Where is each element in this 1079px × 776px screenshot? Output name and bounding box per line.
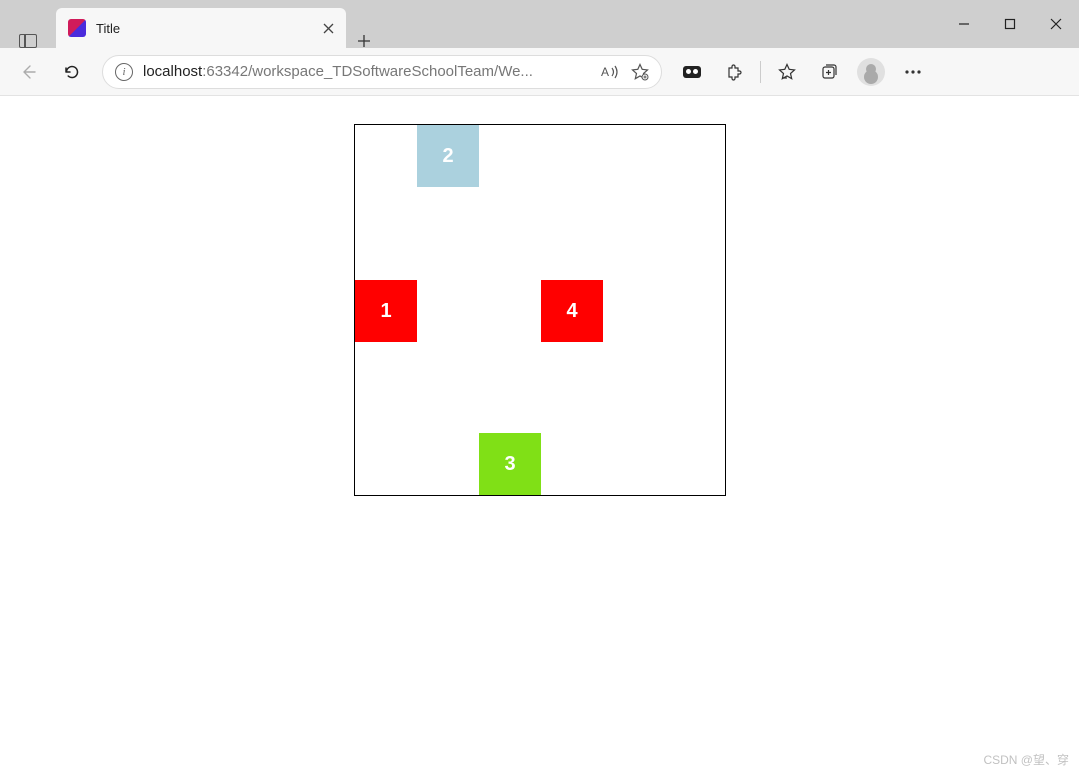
- read-aloud-button[interactable]: A: [601, 64, 621, 80]
- window-titlebar: Title: [0, 0, 1079, 48]
- favorite-button[interactable]: [631, 63, 649, 81]
- star-icon: [631, 63, 649, 81]
- refresh-icon: [63, 63, 81, 81]
- minimize-button[interactable]: [941, 0, 987, 48]
- watermark-text: CSDN @望、穿: [983, 751, 1069, 768]
- toolbar-right: [672, 52, 933, 92]
- minimize-icon: [958, 18, 970, 30]
- browser-toolbar: i localhost:63342/workspace_TDSoftwareSc…: [0, 48, 1079, 96]
- close-window-button[interactable]: [1033, 0, 1079, 48]
- url-text: localhost:63342/workspace_TDSoftwareScho…: [143, 63, 591, 80]
- tab-actions-button[interactable]: [0, 34, 56, 48]
- collections-icon: [820, 63, 838, 81]
- avatar-icon: [857, 58, 885, 86]
- favorites-button[interactable]: [767, 52, 807, 92]
- star-outline-icon: [778, 63, 796, 81]
- favicon-icon: [68, 19, 86, 37]
- address-bar[interactable]: i localhost:63342/workspace_TDSoftwareSc…: [102, 55, 662, 89]
- panel-icon: [19, 34, 37, 48]
- extension-1-button[interactable]: [672, 52, 712, 92]
- refresh-button[interactable]: [52, 52, 92, 92]
- extension-icon: [683, 66, 701, 78]
- site-info-icon[interactable]: i: [115, 63, 133, 81]
- maximize-button[interactable]: [987, 0, 1033, 48]
- back-button[interactable]: [8, 52, 48, 92]
- extensions-button[interactable]: [714, 52, 754, 92]
- collections-button[interactable]: [809, 52, 849, 92]
- new-tab-button[interactable]: [346, 34, 382, 48]
- box-4: 4: [541, 280, 603, 342]
- close-icon: [323, 23, 334, 34]
- arrow-left-icon: [19, 63, 37, 81]
- page-content: 1 2 3 4 CSDN @望、穿: [0, 96, 1079, 776]
- box-2: 2: [417, 125, 479, 187]
- svg-text:A: A: [601, 65, 609, 79]
- browser-tab[interactable]: Title: [56, 8, 346, 48]
- puzzle-icon: [725, 63, 743, 81]
- menu-button[interactable]: [893, 52, 933, 92]
- ellipsis-icon: [904, 70, 922, 74]
- window-controls: [941, 0, 1079, 48]
- tab-title: Title: [96, 21, 310, 36]
- box-1: 1: [355, 280, 417, 342]
- read-aloud-icon: A: [601, 64, 621, 80]
- titlebar-drag-region: [382, 0, 941, 48]
- maximize-icon: [1004, 18, 1016, 30]
- container-box: 1 2 3 4: [354, 124, 726, 496]
- profile-button[interactable]: [851, 52, 891, 92]
- close-icon: [1050, 18, 1062, 30]
- tab-strip: Title: [0, 0, 382, 48]
- plus-icon: [357, 34, 371, 48]
- toolbar-separator: [760, 61, 761, 83]
- url-host: localhost: [143, 63, 202, 80]
- url-path: :63342/workspace_TDSoftwareSchoolTeam/We…: [202, 63, 533, 80]
- box-3: 3: [479, 433, 541, 495]
- tab-close-button[interactable]: [320, 20, 336, 36]
